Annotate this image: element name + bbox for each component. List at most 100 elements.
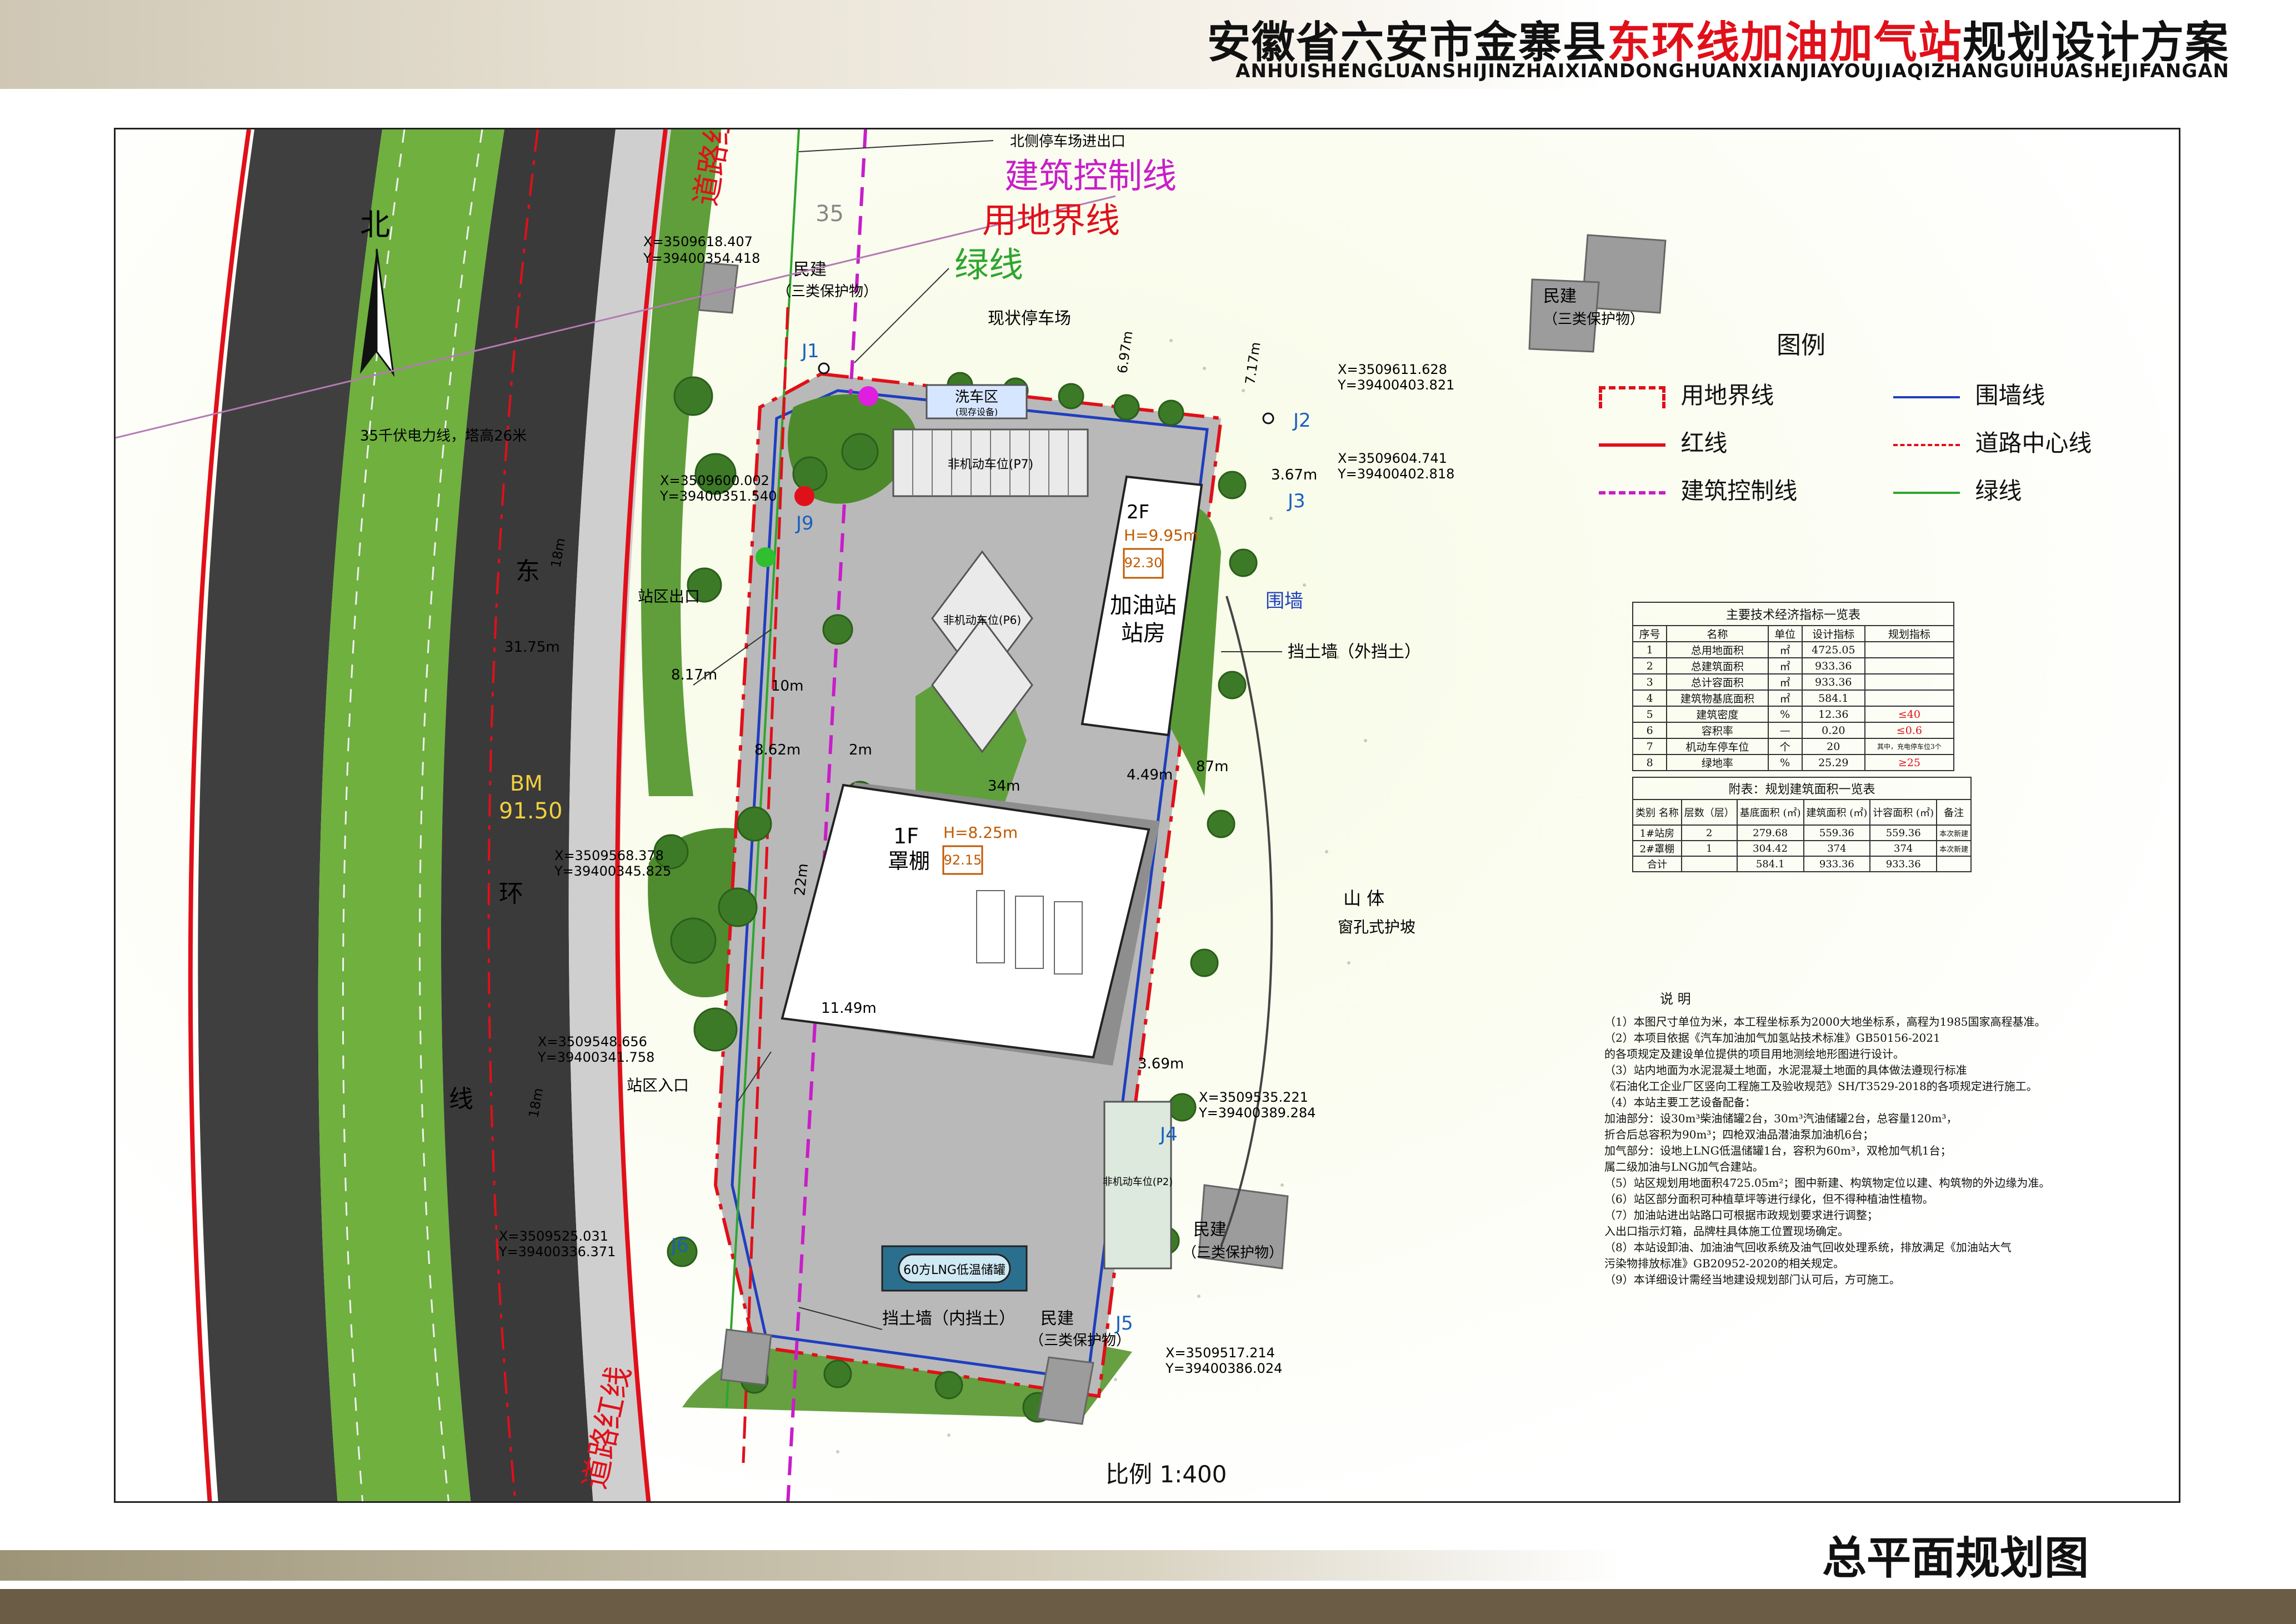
station-name-1: 加油站 — [1110, 593, 1177, 618]
point-marker — [818, 362, 830, 374]
notes-lines: （1）本图尺寸单位为米，本工程坐标系为2000大地坐标系，高程为1985国家高程… — [1604, 1014, 2160, 1288]
power-tag: 35 — [816, 201, 844, 227]
th: 备注 — [1936, 799, 1972, 826]
green-line-marker — [756, 547, 776, 567]
entry-label: 站区入口 — [627, 1076, 689, 1095]
table-row: 3 总计容面积㎡ 933.36 — [1632, 673, 1955, 691]
tech-table-body: 1 总用地面积㎡ 4725.05 2 总建筑面积㎡ 933.36 3 总计容面积㎡ 933.36… — [1632, 641, 1955, 771]
label-land-boundary: 用地界线 — [982, 200, 1120, 241]
table-cell: 559.36 — [1803, 825, 1871, 841]
civil-se-protect: （三类保护物） — [1182, 1245, 1283, 1261]
table-cell: 容积率 — [1666, 722, 1769, 739]
th: 单位 — [1767, 625, 1803, 642]
dim-31-75: 31.75m — [504, 639, 560, 656]
label-building-control: 建筑控制线 — [1004, 156, 1177, 196]
point-j2: J2 — [1292, 409, 1311, 432]
table-row: 1#站房 2 279.68 559.36 559.36 本次新建 — [1632, 825, 1972, 841]
th: 建筑面积 (㎡) — [1803, 799, 1871, 826]
dim-11-49: 11.49m — [821, 1000, 877, 1017]
coord-y: Y=39400389.284 — [1198, 1105, 1315, 1121]
note-line: 加油部分：设30m³柴油储罐2台，30m³汽油储罐2台，总容量120m³， — [1604, 1112, 1958, 1125]
note-line: 入出口指示灯箱，品牌柱具体施工位置现场确定。 — [1604, 1225, 1849, 1238]
power-line-label: 35千伏电力线，塔高26米 — [360, 428, 527, 444]
table-cell: 本次新建 — [1936, 825, 1972, 841]
red-line-marker — [794, 486, 814, 506]
station-name-2: 站房 — [1121, 621, 1165, 646]
table-cell: 7 — [1632, 738, 1668, 755]
road-char-2: 环 — [499, 880, 523, 908]
table-cell: 20 — [1801, 738, 1865, 755]
th: 计容面积 (㎡) — [1869, 799, 1938, 826]
dim-6-97: 6.97m — [1114, 330, 1136, 374]
coord-x: X=3509535.221 — [1199, 1090, 1308, 1105]
legend-item: 建筑控制线 — [1599, 472, 1797, 506]
table-cell: 4 — [1632, 689, 1668, 707]
table-cell: 本次新建 — [1936, 840, 1972, 857]
table-cell: 5 — [1632, 706, 1668, 723]
table-cell: 279.68 — [1736, 825, 1804, 841]
slope-label: 窗孔式护坡 — [1338, 918, 1415, 936]
civil-s-protect: （三类保护物） — [1029, 1332, 1131, 1349]
dim-10: 10m — [771, 678, 803, 694]
note-line: 的各项规定及建设单位提供的项目用地测绘地形图进行设计。 — [1604, 1047, 1904, 1061]
canopy-name: 罩棚 — [888, 849, 930, 873]
sheet-title: 总平面规划图 — [1822, 1532, 2089, 1584]
area-table: 附表：规划建筑面积一览表 类别 名称 层数（层） 基底面积 (㎡) 建筑面积 (… — [1632, 777, 1972, 872]
tech-table-title: 主要技术经济指标一览表 — [1632, 602, 1954, 626]
table-cell: 2#罩棚 — [1632, 840, 1682, 857]
note-line: （6）站区部分面积可种植草坪等进行绿化，但不得种植油性植物。 — [1604, 1192, 1934, 1206]
legend-swatch — [1893, 491, 1960, 494]
table-cell: 4725.05 — [1801, 641, 1865, 658]
table-cell: 1 — [1680, 840, 1738, 857]
coord-y: Y=39400341.758 — [537, 1050, 654, 1065]
table-cell: 2 — [1632, 657, 1668, 674]
coord-x: X=3509548.656 — [538, 1034, 647, 1050]
coord-x: X=3509604.741 — [1338, 451, 1447, 466]
table-cell: 建筑密度 — [1666, 706, 1769, 723]
table-cell: 个 — [1767, 738, 1803, 755]
table-cell: ≥25 — [1864, 754, 1955, 771]
dim-2: 2m — [849, 742, 872, 758]
table-row: 7 机动车停车位个 20 其中，充电停车位3个 — [1632, 738, 1955, 755]
th: 序号 — [1632, 625, 1668, 642]
legend-swatch — [1599, 491, 1665, 494]
legend-swatch — [1599, 386, 1665, 408]
page-subtitle: ANHUISHENGLUANSHIJINZHAIXIANDONGHUANXIAN… — [1235, 60, 2229, 82]
dim-7-17: 7.17m — [1242, 341, 1263, 386]
table-cell: 6 — [1632, 722, 1668, 739]
table-cell: ㎡ — [1767, 673, 1803, 691]
dim-3-69: 3.69m — [1138, 1056, 1184, 1072]
coord-x: X=3509618.407 — [643, 234, 753, 249]
retaining-inner-label: 挡土墙（内挡土） — [882, 1309, 1016, 1328]
note-line: （3）站内地面为水泥混凝土地面，水泥混凝土地面的具体做法遵现行标准 — [1604, 1063, 1967, 1077]
table-cell: ㎡ — [1767, 689, 1803, 707]
table-cell: 总建筑面积 — [1666, 657, 1769, 674]
north-label: 北 — [360, 207, 390, 242]
table-cell: ㎡ — [1767, 641, 1803, 658]
table-cell: 374 — [1803, 840, 1871, 857]
coord-y: Y=39400402.818 — [1337, 466, 1454, 482]
th: 设计指标 — [1801, 625, 1865, 642]
legend-item: 绿线 — [1893, 472, 2022, 506]
th: 基底面积 (㎡) — [1736, 799, 1804, 826]
civil-ne: 民建 — [1543, 287, 1577, 306]
civil-s: 民建 — [1041, 1309, 1074, 1328]
parking-top-label: 非机动车位(P7) — [948, 458, 1033, 472]
dim-4-49: 4.49m — [1127, 767, 1173, 783]
table-cell: 374 — [1869, 840, 1938, 857]
point-j1: J1 — [801, 340, 819, 362]
legend-swatch — [1893, 396, 1960, 398]
table-cell: 机动车停车位 — [1666, 738, 1769, 755]
parking-east-label: 非机动车位(P2) — [1103, 1176, 1173, 1188]
table-cell: ㎡ — [1767, 657, 1803, 674]
table-cell: — — [1767, 722, 1803, 739]
dim-34: 34m — [988, 778, 1020, 794]
note-line: 折合后总容积为90m³；四枪双油品潜油泵加油机6台； — [1604, 1128, 1874, 1141]
coord-x: X=3509611.628 — [1338, 362, 1447, 377]
table-cell: 3 — [1632, 673, 1668, 691]
table-cell: % — [1767, 754, 1803, 771]
road-char-3: 线 — [449, 1085, 473, 1113]
table-cell: 建筑物基底面积 — [1666, 689, 1769, 707]
table-cell: 1#站房 — [1632, 825, 1682, 841]
coord-x: X=3509517.214 — [1165, 1345, 1275, 1361]
